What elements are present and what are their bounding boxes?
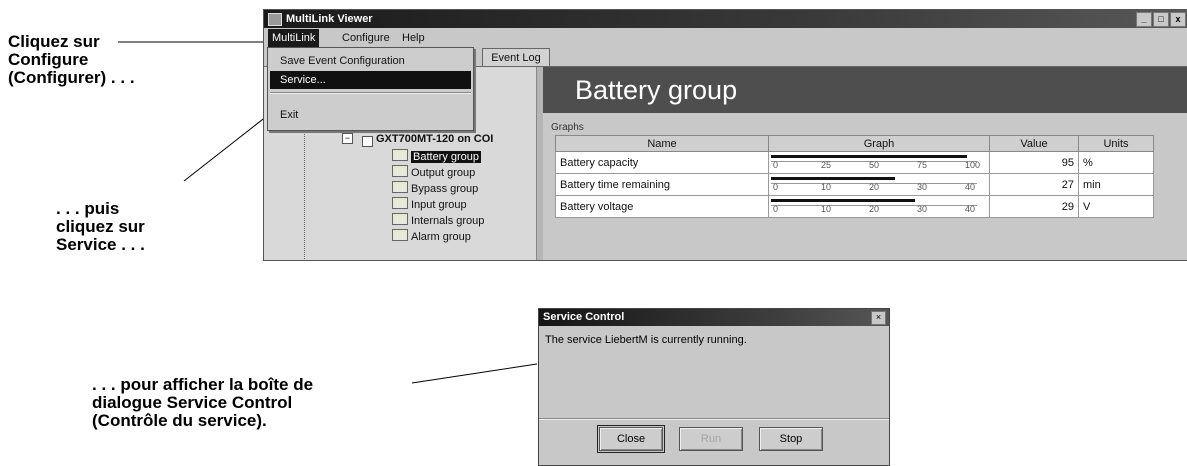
tick-label: 50 bbox=[869, 160, 880, 170]
menu-item-save-event-configuration[interactable]: Save Event Configuration bbox=[270, 52, 471, 70]
row-name: Battery capacity bbox=[555, 151, 769, 174]
stop-button[interactable]: Stop bbox=[759, 427, 823, 451]
row-units: min bbox=[1078, 173, 1154, 196]
row-graph: 0 10 20 30 40 bbox=[768, 195, 990, 218]
tree-item-bypass-group[interactable]: Bypass group bbox=[392, 181, 478, 195]
graphs-table: Name Graph Value Units Battery capacity … bbox=[555, 135, 1154, 218]
col-header-units[interactable]: Units bbox=[1078, 135, 1154, 152]
folder-icon bbox=[392, 165, 408, 177]
tick-label: 40 bbox=[965, 204, 976, 214]
tree-item-label: Internals group bbox=[411, 215, 485, 227]
menu-item-service[interactable]: Service... bbox=[270, 71, 471, 89]
battery-group-panel: Battery group Graphs Name Graph Value Un… bbox=[543, 67, 1187, 260]
collapse-icon[interactable]: − bbox=[342, 133, 353, 144]
level-bar-fill bbox=[771, 155, 967, 158]
row-graph: 0 10 20 30 40 bbox=[768, 173, 990, 196]
menu-configure[interactable]: Configure bbox=[338, 29, 394, 47]
level-bar: 0 25 50 75 100 bbox=[769, 152, 981, 173]
col-header-value[interactable]: Value bbox=[989, 135, 1079, 152]
service-control-dialog: Service Control × The service LiebertM i… bbox=[538, 308, 890, 466]
row-name: Battery voltage bbox=[555, 195, 769, 218]
dialog-close-icon[interactable]: × bbox=[871, 311, 886, 325]
dialog-message: The service LiebertM is currently runnin… bbox=[545, 334, 747, 346]
tick-label: 75 bbox=[917, 160, 928, 170]
graphs-section-label: Graphs bbox=[551, 122, 584, 133]
folder-icon bbox=[392, 197, 408, 209]
folder-icon bbox=[392, 213, 408, 225]
multilink-dropdown-menu: Save Event Configuration Service... Exit bbox=[267, 47, 474, 131]
folder-icon bbox=[392, 149, 408, 161]
minimize-icon[interactable]: _ bbox=[1136, 12, 1152, 27]
tree-item-battery-group[interactable]: Battery group bbox=[392, 149, 482, 163]
col-header-name[interactable]: Name bbox=[555, 135, 769, 152]
tick-label: 20 bbox=[869, 204, 880, 214]
row-units: V bbox=[1078, 195, 1154, 218]
tree-device-node[interactable]: GXT700MT-120 on COI bbox=[376, 133, 493, 145]
row-graph: 0 25 50 75 100 bbox=[768, 151, 990, 174]
tab-event-log[interactable]: Event Log bbox=[482, 48, 550, 67]
tree-item-label: Output group bbox=[411, 167, 476, 179]
table-row[interactable]: Battery time remaining 0 10 20 30 40 27 min bbox=[555, 173, 1154, 196]
panel-title: Battery group bbox=[543, 67, 1187, 113]
level-bar-fill bbox=[771, 177, 895, 180]
tick-label: 30 bbox=[917, 182, 928, 192]
dialog-title: Service Control bbox=[539, 309, 889, 326]
row-units: % bbox=[1078, 151, 1154, 174]
menu-multilink[interactable]: MultiLink bbox=[268, 29, 320, 47]
device-node-icon bbox=[362, 136, 373, 147]
row-value: 29 bbox=[989, 195, 1079, 218]
table-row[interactable]: Battery capacity 0 25 50 75 100 95 % bbox=[555, 151, 1154, 174]
window-title: MultiLink Viewer bbox=[286, 13, 373, 25]
menu-help[interactable]: Help bbox=[398, 29, 429, 47]
tree-item-label: Alarm group bbox=[411, 231, 471, 243]
leader-line-dialog bbox=[411, 363, 538, 384]
row-value: 27 bbox=[989, 173, 1079, 196]
dialog-separator bbox=[539, 418, 889, 420]
level-bar: 0 10 20 30 40 bbox=[769, 174, 981, 195]
col-header-graph[interactable]: Graph bbox=[768, 135, 990, 152]
tick-label: 40 bbox=[965, 182, 976, 192]
menu-item-exit[interactable]: Exit bbox=[270, 106, 471, 124]
table-row[interactable]: Battery voltage 0 10 20 30 40 29 V bbox=[555, 195, 1154, 218]
tree-item-alarm-group[interactable]: Alarm group bbox=[392, 229, 471, 243]
level-bar-fill bbox=[771, 199, 915, 202]
folder-icon bbox=[392, 229, 408, 241]
close-icon[interactable]: x bbox=[1170, 12, 1186, 27]
tick-label: 100 bbox=[965, 160, 981, 170]
tree-item-output-group[interactable]: Output group bbox=[392, 165, 475, 179]
tick-label: 10 bbox=[821, 182, 832, 192]
tick-label: 25 bbox=[821, 160, 832, 170]
multilink-viewer-window: MultiLink Viewer _ □ x MultiLink Configu… bbox=[263, 9, 1187, 261]
app-icon bbox=[268, 13, 282, 26]
folder-icon bbox=[392, 181, 408, 193]
tick-label: 30 bbox=[917, 204, 928, 214]
row-name: Battery time remaining bbox=[555, 173, 769, 196]
menubar: MultiLink Configure Help bbox=[264, 29, 1187, 47]
maximize-icon[interactable]: □ bbox=[1153, 12, 1169, 27]
close-button[interactable]: Close bbox=[597, 425, 665, 453]
tick-label: 0 bbox=[773, 204, 779, 214]
tree-item-label: Input group bbox=[411, 199, 467, 211]
tree-item-label: Battery group bbox=[411, 151, 482, 163]
level-bar: 0 10 20 30 40 bbox=[769, 196, 981, 217]
window-titlebar: MultiLink Viewer _ □ x bbox=[264, 10, 1187, 28]
tree-item-label: Bypass group bbox=[411, 183, 479, 195]
tree-item-input-group[interactable]: Input group bbox=[392, 197, 467, 211]
tick-label: 20 bbox=[869, 182, 880, 192]
run-button[interactable]: Run bbox=[679, 427, 743, 451]
menu-separator bbox=[270, 92, 471, 94]
tick-label: 0 bbox=[773, 160, 779, 170]
tick-label: 0 bbox=[773, 182, 779, 192]
tree-item-internals-group[interactable]: Internals group bbox=[392, 213, 484, 227]
tick-label: 10 bbox=[821, 204, 832, 214]
row-value: 95 bbox=[989, 151, 1079, 174]
